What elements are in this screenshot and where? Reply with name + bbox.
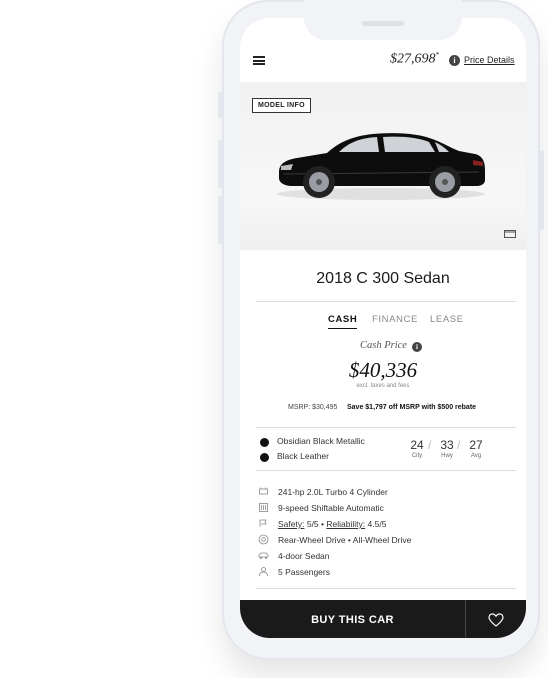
spec-engine-text: 241-hp 2.0L Turbo 4 Cylinder [278,487,388,497]
reliability-value: 4.5/5 [367,519,387,529]
phone-volume-up-button [218,140,222,188]
spec-engine: 241-hp 2.0L Turbo 4 Cylinder [258,486,508,498]
spec-bullet: • [321,519,325,529]
divider [256,301,516,302]
cash-price-label: Cash Price [360,340,407,351]
spec-drive-text: Rear-Wheel Drive • All-Wheel Drive [278,535,412,545]
heart-icon [488,613,504,627]
exterior-color[interactable]: Obsidian Black Metallic [260,436,380,448]
interior-color-name: Black Leather [277,451,329,461]
header-price: $27,698* [390,51,439,68]
mpg-city: 24 [410,438,424,452]
car-body-icon [258,552,269,559]
person-icon [259,567,268,577]
phone-speaker [362,21,404,26]
spec-safety-text: Safety: 5/5 • Reliability: 4.5/5 [278,519,386,529]
wheel-icon [258,534,269,545]
header-price-value: $27,698 [390,51,436,67]
safety-label[interactable]: Safety: [278,519,304,529]
mpg-separator: / [457,438,461,452]
exterior-swatch [260,438,269,447]
exterior-color-name: Obsidian Black Metallic [277,436,365,446]
interior-color[interactable]: Black Leather [260,451,380,463]
phone-side-button [218,92,222,118]
gearbox-icon [259,503,268,512]
phone-volume-down-button [218,196,222,244]
spec-transmission: 9-speed Shiftable Automatic [258,502,508,514]
purchase-bar: BUY THIS CAR [240,600,526,638]
price-note: excl. taxes and fees [356,383,410,389]
info-icon[interactable]: i [449,55,460,66]
cash-info-icon[interactable]: i [412,342,422,352]
savings-text: Save $1,797 off MSRP with $500 rebate [347,404,477,411]
tab-lease[interactable]: LEASE [430,314,464,325]
spec-body: 4-door Sedan [258,550,508,562]
buy-this-car-button[interactable]: BUY THIS CAR [240,600,465,638]
tab-cash[interactable]: CASH [328,314,358,329]
mpg-avg-label: Avg [470,453,482,459]
spec-passengers-text: 5 Passengers [278,567,330,577]
tab-finance[interactable]: FINANCE [372,314,418,325]
divider [256,588,516,589]
safety-icon [259,519,267,527]
spec-passengers: 5 Passengers [258,566,508,578]
cash-price-value: $40,336 [348,358,418,382]
mpg-hwy-label: Hwy [441,453,453,459]
favorite-button[interactable] [466,600,526,638]
spec-body-text: 4-door Sedan [278,551,330,561]
interior-swatch [260,453,269,462]
msrp-text: MSRP: $30,495 [288,404,338,411]
phone-screen: $27,698* i Price Details MODEL INFO 2018… [240,18,526,638]
phone-notch [304,0,462,40]
phone-power-button [540,150,544,230]
reliability-label[interactable]: Reliability: [326,519,365,529]
mpg-city-label: City [411,453,423,459]
mpg-panel: 24 / 33 / 27 City Hwy Avg [406,438,512,464]
payment-tabs: CASH FINANCE LEASE [326,314,486,330]
spec-transmission-text: 9-speed Shiftable Automatic [278,503,384,513]
car-image [277,133,485,200]
divider [256,427,516,428]
engine-icon [259,487,268,495]
price-details-link[interactable]: Price Details [464,55,515,65]
spec-safety: Safety: 5/5 • Reliability: 4.5/5 [258,518,508,530]
safety-value: 5/5 [306,519,319,529]
divider [256,470,516,471]
mpg-separator: / [428,438,432,452]
hamburger-menu-icon[interactable] [253,56,265,65]
mpg-hwy: 33 [440,438,454,452]
vehicle-title: 2018 C 300 Sedan [316,270,450,287]
vehicle-hero: MODEL INFO [240,82,526,250]
mpg-avg: 27 [469,438,483,452]
header-price-asterisk: * [435,51,440,59]
spec-drive: Rear-Wheel Drive • All-Wheel Drive [258,534,508,546]
gallery-icon[interactable] [504,229,516,238]
model-info-button[interactable]: MODEL INFO [252,98,311,113]
